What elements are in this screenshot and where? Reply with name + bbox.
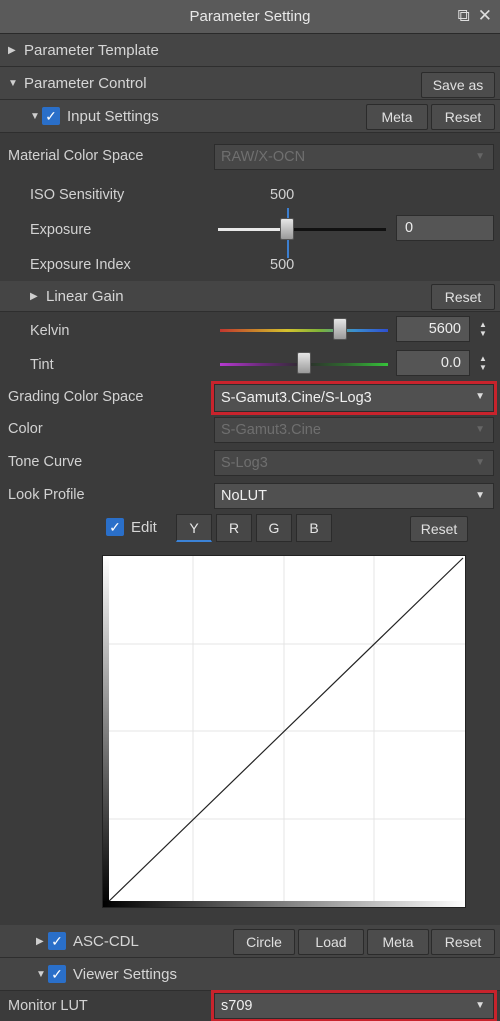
exposure-index-label: Exposure Index [30, 257, 131, 273]
tint-input[interactable]: 0.0 [396, 350, 470, 376]
monitor-lut-label: Monitor LUT [8, 998, 88, 1014]
tone-curve-dropdown: S-Log3 ▼ [214, 450, 494, 476]
exposure-slider[interactable] [218, 228, 386, 231]
circle-button[interactable]: Circle [233, 929, 295, 955]
edit-checkbox[interactable]: ✓ [106, 518, 124, 536]
dropdown-value: NoLUT [221, 488, 267, 504]
kelvin-label: Kelvin [30, 323, 70, 339]
load-button[interactable]: Load [298, 929, 364, 955]
step-down-icon[interactable]: ▼ [479, 329, 487, 338]
kelvin-slider[interactable] [220, 329, 388, 332]
step-down-icon[interactable]: ▼ [479, 363, 487, 372]
title-bar: Parameter Setting ⧉ ✕ [0, 0, 500, 34]
dropdown-value: S-Gamut3.Cine [221, 422, 321, 438]
channel-tabs: Y R G B [176, 514, 336, 542]
undock-icon[interactable]: ⧉ [458, 6, 470, 26]
tab-r[interactable]: R [216, 514, 252, 542]
asc-reset-button[interactable]: Reset [431, 929, 495, 955]
section-label: ASC-CDL [73, 932, 139, 950]
expand-icon: ▶ [30, 290, 38, 302]
step-up-icon[interactable]: ▲ [479, 354, 487, 363]
collapse-icon: ▼ [36, 968, 46, 980]
exposure-input[interactable]: 0 [396, 215, 494, 241]
section-parameter-template[interactable]: ▶ Parameter Template [0, 34, 500, 67]
iso-sensitivity-value: 500 [270, 187, 295, 203]
collapse-icon: ▼ [8, 77, 18, 89]
dropdown-value: RAW/X-OCN [221, 149, 306, 165]
tab-b[interactable]: B [296, 514, 332, 542]
kelvin-stepper[interactable]: ▲ ▼ [474, 316, 492, 342]
grading-color-space-label: Grading Color Space [8, 389, 144, 405]
look-profile-dropdown[interactable]: NoLUT ▼ [214, 483, 494, 509]
section-label: Viewer Settings [73, 965, 177, 983]
expand-icon: ▶ [8, 44, 16, 56]
color-dropdown: S-Gamut3.Cine ▼ [214, 417, 494, 443]
save-as-button[interactable]: Save as [421, 72, 495, 98]
collapse-icon: ▼ [30, 110, 40, 122]
material-color-space-dropdown: RAW/X-OCN ▼ [214, 144, 494, 170]
chevron-down-icon: ▼ [475, 391, 485, 402]
monitor-lut-dropdown[interactable]: s709 ▼ [211, 990, 497, 1021]
tab-y[interactable]: Y [176, 514, 212, 542]
section-label: Parameter Control [24, 74, 147, 92]
kelvin-input[interactable]: 5600 [396, 316, 470, 342]
viewer-settings-checkbox[interactable]: ✓ [48, 965, 66, 983]
tint-slider-thumb[interactable] [297, 352, 311, 374]
section-label: Input Settings [67, 107, 159, 125]
kelvin-slider-thumb[interactable] [333, 318, 347, 340]
exposure-slider-thumb[interactable] [280, 218, 294, 240]
tone-curve-graph[interactable] [102, 555, 466, 908]
curve-reset-button[interactable]: Reset [410, 516, 468, 542]
chevron-down-icon: ▼ [475, 490, 485, 501]
chevron-down-icon: ▼ [475, 1000, 485, 1011]
iso-sensitivity-label: ISO Sensitivity [30, 187, 125, 203]
step-up-icon[interactable]: ▲ [479, 320, 487, 329]
tint-stepper[interactable]: ▲ ▼ [474, 350, 492, 376]
color-label: Color [8, 421, 43, 437]
edit-label: Edit [131, 518, 157, 536]
tab-g[interactable]: G [256, 514, 292, 542]
dropdown-value: s709 [221, 998, 253, 1014]
section-label: Linear Gain [46, 287, 124, 305]
exposure-index-value: 500 [270, 257, 295, 273]
chevron-down-icon: ▼ [475, 151, 485, 162]
asc-meta-button[interactable]: Meta [367, 929, 429, 955]
meta-button[interactable]: Meta [366, 104, 428, 130]
close-icon[interactable]: ✕ [478, 6, 492, 26]
curve-edit-toggle[interactable]: ✓ Edit [106, 518, 157, 536]
parameter-setting-panel: Parameter Setting ⧉ ✕ ▶ Parameter Templa… [0, 0, 500, 1021]
dropdown-value: S-Gamut3.Cine/S-Log3 [221, 390, 372, 406]
chevron-down-icon: ▼ [475, 424, 485, 435]
section-linear-gain[interactable]: ▶ Linear Gain [0, 281, 500, 312]
curve-svg [103, 556, 465, 907]
grading-color-space-dropdown[interactable]: S-Gamut3.Cine/S-Log3 ▼ [211, 381, 497, 415]
tint-label: Tint [30, 357, 54, 373]
look-profile-label: Look Profile [8, 487, 85, 503]
section-label: Parameter Template [24, 41, 159, 59]
window-title: Parameter Setting [189, 8, 311, 25]
section-viewer-settings[interactable]: ▼ ✓ Viewer Settings [0, 958, 500, 991]
linear-gain-reset-button[interactable]: Reset [431, 284, 495, 310]
dropdown-value: S-Log3 [221, 455, 268, 471]
exposure-label: Exposure [30, 222, 92, 238]
asc-cdl-checkbox[interactable]: ✓ [48, 932, 66, 950]
input-settings-checkbox[interactable]: ✓ [42, 107, 60, 125]
chevron-down-icon: ▼ [475, 457, 485, 468]
tone-curve-label: Tone Curve [8, 454, 83, 470]
reset-button[interactable]: Reset [431, 104, 495, 130]
expand-icon: ▶ [36, 935, 44, 947]
material-color-space-label: Material Color Space [8, 148, 144, 164]
